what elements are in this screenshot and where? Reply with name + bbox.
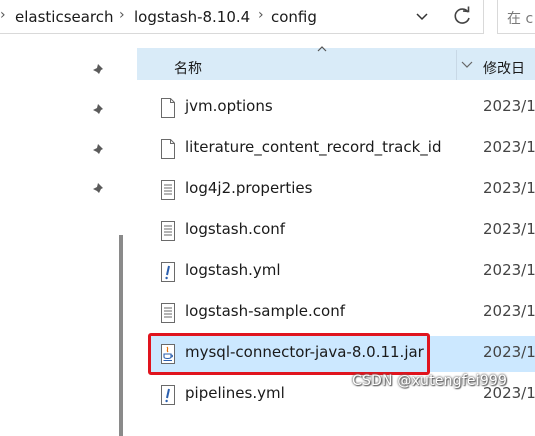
file-row[interactable]: literature_content_record_track_id 2023/… — [148, 131, 535, 167]
pin-icon[interactable] — [92, 103, 108, 119]
address-bar: › elasticsearch › logstash-8.10.4 › conf… — [0, 0, 535, 35]
file-name: logstash.yml — [185, 261, 281, 279]
column-divider[interactable] — [456, 50, 457, 80]
pin-icon[interactable] — [92, 143, 108, 159]
pin-icon[interactable] — [92, 182, 108, 198]
blank-file-icon — [161, 98, 175, 118]
file-row[interactable]: logstash.conf 2023/1 — [148, 213, 535, 249]
sort-ascending-icon — [317, 46, 327, 52]
column-date-header[interactable]: 修改日 — [483, 58, 525, 78]
file-name: logstash-sample.conf — [185, 302, 346, 320]
file-date: 2023/1 — [483, 179, 535, 197]
blank-file-icon — [161, 139, 175, 159]
breadcrumb-logstash[interactable]: logstash-8.10.4 — [134, 8, 250, 26]
file-row[interactable]: log4j2.properties 2023/1 — [148, 172, 535, 208]
text-file-icon — [161, 303, 175, 323]
search-placeholder: 在 c — [507, 11, 534, 27]
chevron-right-icon[interactable]: › — [119, 7, 125, 23]
nav-scrollbar[interactable] — [119, 235, 123, 436]
navigation-pane — [0, 35, 130, 436]
file-row[interactable]: jvm.options 2023/1 — [148, 90, 535, 126]
chevron-right-icon[interactable]: › — [258, 7, 264, 23]
yml-file-icon — [161, 262, 175, 282]
file-date: 2023/1 — [483, 343, 535, 361]
file-date: 2023/1 — [483, 138, 535, 156]
file-name: literature_content_record_track_id — [185, 138, 442, 156]
text-file-icon — [161, 221, 175, 241]
breadcrumb-config[interactable]: config — [271, 8, 317, 26]
breadcrumb-elasticsearch[interactable]: elasticsearch — [15, 8, 114, 26]
chevron-right-icon: › — [0, 7, 6, 23]
file-date: 2023/1 — [483, 97, 535, 115]
file-name: jvm.options — [185, 97, 273, 115]
file-date: 2023/1 — [483, 220, 535, 238]
address-dropdown-icon[interactable] — [412, 6, 432, 26]
red-highlight-box — [148, 333, 430, 375]
refresh-icon[interactable] — [451, 5, 473, 27]
column-name-header[interactable]: 名称 — [174, 58, 202, 78]
file-row[interactable]: logstash.yml 2023/1 — [148, 254, 535, 290]
file-date: 2023/1 — [483, 261, 535, 279]
pin-icon[interactable] — [92, 63, 108, 79]
text-file-icon — [161, 180, 175, 200]
yml-file-icon — [161, 385, 175, 405]
file-name: logstash.conf — [185, 220, 286, 238]
chevron-down-icon[interactable] — [460, 58, 474, 70]
watermark: CSDN @xutengfei999 — [352, 373, 508, 389]
file-date: 2023/1 — [483, 302, 535, 320]
file-name: log4j2.properties — [185, 179, 313, 197]
file-row[interactable]: logstash-sample.conf 2023/1 — [148, 295, 535, 331]
file-name: pipelines.yml — [185, 384, 285, 402]
